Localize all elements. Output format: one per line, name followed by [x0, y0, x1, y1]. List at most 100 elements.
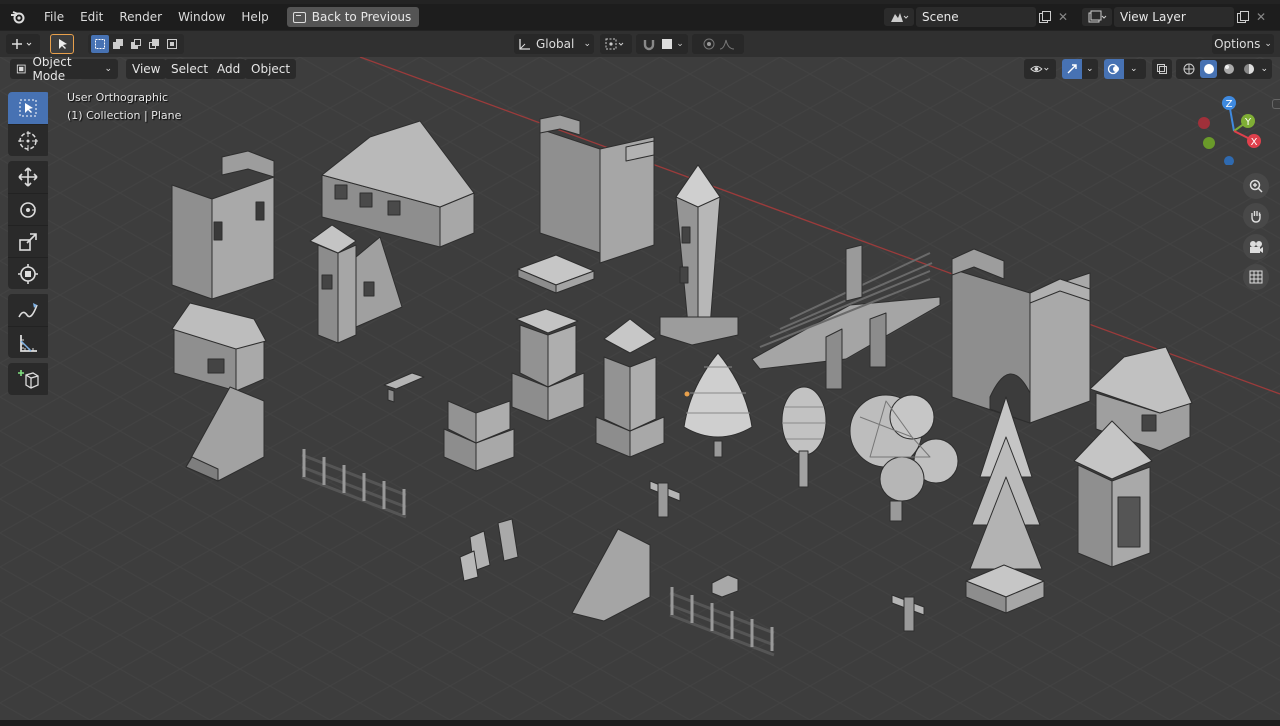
select-box-icon[interactable] — [8, 92, 48, 124]
back-screen-icon — [292, 11, 306, 23]
scene-name-label: Scene — [922, 10, 959, 24]
back-to-previous-label: Back to Previous — [311, 10, 412, 24]
selection-mode-group — [88, 34, 184, 54]
select-intersect-icon[interactable] — [163, 35, 181, 53]
proportional-edit-icon[interactable] — [700, 35, 718, 53]
top-menu-bar: File Edit Render Window Help Back to Pre… — [0, 4, 1280, 30]
menu-help[interactable]: Help — [233, 6, 276, 28]
gizmo-icon[interactable] — [1062, 59, 1082, 79]
select-subtract-icon[interactable] — [127, 35, 145, 53]
view-layer-selector: View Layer ✕ — [1082, 6, 1270, 28]
object-origin-dot — [684, 391, 690, 397]
view-layer-name-label: View Layer — [1120, 10, 1186, 24]
editor-type-icon[interactable] — [6, 34, 40, 54]
chevron-down-icon[interactable]: ⌄ — [676, 39, 684, 49]
view-menu[interactable]: View — [126, 59, 167, 79]
shading-mode-group: ⌄ — [1176, 59, 1272, 79]
pan-hand-icon[interactable] — [1243, 203, 1269, 229]
snap-increment-icon[interactable] — [658, 35, 676, 53]
add-menu[interactable]: Add — [211, 59, 247, 79]
transform-orientation-dropdown[interactable]: Global ⌄ — [514, 34, 594, 54]
3d-viewport[interactable]: Object Mode ⌄ View Select Add Object ⌄ ⌄ — [0, 57, 1280, 720]
navigation-gizmo[interactable]: Z Y X — [1196, 93, 1268, 165]
wireframe-shading-icon[interactable] — [1180, 60, 1197, 78]
visibility-dropdown[interactable] — [1024, 59, 1056, 79]
select-extend-icon[interactable] — [109, 35, 127, 53]
orientation-axes-icon — [519, 39, 530, 50]
transform-icon[interactable] — [8, 257, 48, 289]
move-icon[interactable] — [8, 161, 48, 193]
tool-shelf — [8, 92, 50, 400]
scene-browse-icon[interactable] — [884, 8, 914, 26]
rendered-shading-icon[interactable] — [1240, 60, 1257, 78]
snapping-group: ⌄ — [636, 34, 688, 54]
chevron-down-icon[interactable]: ⌄ — [1124, 64, 1138, 74]
gizmo-toggle-group: ⌄ — [1062, 59, 1098, 79]
measure-icon[interactable] — [8, 326, 48, 358]
gizmo-neg-z-axis[interactable] — [1224, 156, 1234, 165]
add-cube-icon[interactable] — [8, 363, 48, 395]
menu-file[interactable]: File — [36, 6, 72, 28]
chevron-down-icon[interactable]: ⌄ — [1260, 64, 1268, 74]
select-difference-icon[interactable] — [145, 35, 163, 53]
back-to-previous-button[interactable]: Back to Previous — [286, 7, 420, 27]
chevron-down-icon[interactable]: ⌄ — [1082, 64, 1094, 74]
annotate-icon[interactable] — [8, 294, 48, 326]
solid-shading-icon[interactable] — [1200, 60, 1218, 78]
chevron-down-icon: ⌄ — [583, 39, 591, 49]
select-menu[interactable]: Select — [165, 59, 215, 79]
view-layer-copy-icon[interactable] — [1234, 8, 1252, 26]
view-layer-name-field[interactable]: View Layer — [1114, 7, 1234, 27]
overlays-icon[interactable] — [1104, 59, 1124, 79]
camera-icon[interactable] — [1243, 234, 1269, 260]
castle-block-object[interactable] — [443, 400, 515, 472]
gizmo-z-label: Z — [1226, 99, 1233, 110]
collection-info-label: (1) Collection | Plane — [67, 109, 182, 122]
scene-close-icon[interactable]: ✕ — [1054, 8, 1072, 26]
overlay-toggle-group: ⌄ — [1104, 59, 1146, 79]
cursor-icon[interactable] — [8, 124, 48, 156]
options-dropdown[interactable]: Options ⌄ — [1212, 34, 1274, 54]
view-layer-browse-icon[interactable] — [1082, 8, 1112, 26]
object-mode-label: Object Mode — [32, 57, 72, 83]
proportional-editing-group — [692, 34, 744, 54]
object-mode-icon — [16, 64, 26, 74]
blender-logo-icon[interactable] — [0, 4, 36, 30]
select-new-icon[interactable] — [91, 35, 109, 53]
gizmo-y-label: Y — [1244, 117, 1252, 128]
falloff-curve-icon[interactable] — [718, 35, 736, 53]
menu-window[interactable]: Window — [170, 6, 233, 28]
scene-copy-icon[interactable] — [1036, 8, 1054, 26]
viewport-scene-canvas — [0, 57, 1280, 720]
transform-orientation-label: Global — [536, 37, 575, 51]
turret-object[interactable] — [511, 308, 585, 422]
xray-toggle-icon[interactable] — [1152, 59, 1172, 79]
active-tool-select-icon[interactable] — [50, 34, 74, 54]
tool-settings-header: Global ⌄ ⌄ Options ⌄ — [0, 31, 1280, 57]
spire-tower-object[interactable] — [595, 318, 665, 458]
status-bar — [0, 720, 1280, 726]
menu-edit[interactable]: Edit — [72, 6, 111, 28]
view-layer-close-icon[interactable]: ✕ — [1252, 8, 1270, 26]
snap-magnet-icon[interactable] — [640, 35, 658, 53]
gizmo-neg-x-axis[interactable] — [1198, 117, 1210, 129]
object-menu[interactable]: Object — [245, 59, 297, 79]
gizmo-x-label: X — [1251, 137, 1258, 148]
chevron-down-icon: ⌄ — [1264, 39, 1272, 49]
options-label: Options — [1214, 37, 1261, 51]
blender-window: File Edit Render Window Help Back to Pre… — [0, 0, 1280, 726]
menu-render[interactable]: Render — [111, 6, 170, 28]
grid-icon[interactable] — [1243, 264, 1269, 290]
gizmo-neg-y-axis[interactable] — [1203, 137, 1215, 149]
zoom-icon[interactable] — [1243, 173, 1269, 199]
scale-icon[interactable] — [8, 225, 48, 257]
pivot-point-dropdown[interactable] — [600, 34, 632, 54]
object-mode-dropdown[interactable]: Object Mode ⌄ — [10, 57, 118, 83]
view-name-label: User Orthographic — [67, 91, 169, 104]
sidebar-toggle-tab[interactable] — [1272, 99, 1280, 109]
scene-selector: Scene ✕ — [884, 6, 1072, 28]
rotate-icon[interactable] — [8, 193, 48, 225]
chevron-down-icon: ⌄ — [104, 64, 112, 74]
scene-name-field[interactable]: Scene — [916, 7, 1036, 27]
material-shading-icon[interactable] — [1220, 60, 1237, 78]
